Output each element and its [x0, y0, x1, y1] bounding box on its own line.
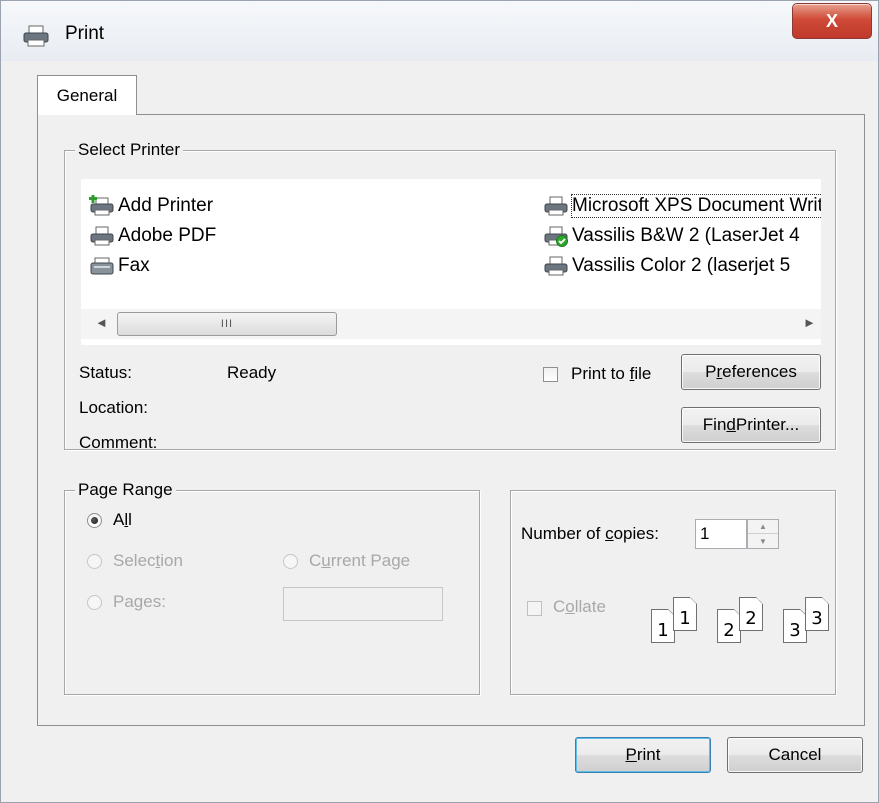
- title-bar[interactable]: Print X: [1, 1, 878, 61]
- page-range-legend: Page Range: [75, 479, 176, 501]
- add-printer-icon: [89, 195, 114, 216]
- label-text: llate: [574, 597, 606, 616]
- collate-checkbox[interactable]: [527, 601, 542, 616]
- label-text: A: [113, 510, 125, 529]
- default-printer-icon: [544, 226, 568, 247]
- mnemonic: c: [605, 524, 614, 543]
- label-text: C: [553, 597, 566, 616]
- spin-up-icon[interactable]: ▲: [748, 520, 778, 534]
- pages-radio[interactable]: [87, 595, 102, 610]
- copies-input[interactable]: 1: [695, 519, 747, 549]
- label-text: Fin: [702, 415, 727, 434]
- mnemonic: g: [133, 592, 144, 611]
- printer-icon: [544, 196, 568, 216]
- page-range-group: Page Range All Selection Current Page Pa…: [64, 479, 480, 695]
- location-label: Location:: [79, 398, 148, 417]
- printer-name: Vassilis Color 2 (laserjet 5: [572, 255, 791, 276]
- label-text: Selec: [113, 551, 156, 570]
- print-button[interactable]: Print: [575, 737, 711, 773]
- print-to-file-checkbox[interactable]: [543, 367, 558, 382]
- label-text: Print to: [571, 364, 630, 383]
- collate-label[interactable]: Collate: [553, 597, 606, 617]
- printer-item-adobe-pdf[interactable]: Adobe PDF: [89, 221, 216, 251]
- mnemonic: u: [321, 551, 331, 570]
- label-text: Cancel: [768, 745, 822, 764]
- pages-input[interactable]: [283, 587, 443, 621]
- label-text: rrent Page: [330, 551, 411, 570]
- printer-item-microsoft-xps[interactable]: Microsoft XPS Document Writer: [543, 191, 821, 221]
- printer-item-fax[interactable]: Fax: [89, 251, 150, 281]
- tab-general[interactable]: General: [37, 75, 137, 115]
- number-of-copies-label: Number of copies:: [521, 524, 659, 544]
- printer-name: Microsoft XPS Document Writer: [571, 194, 821, 218]
- mnemonic: P: [625, 745, 637, 764]
- all-radio-label[interactable]: All: [113, 510, 132, 530]
- scroll-right-icon[interactable]: ►: [803, 315, 816, 330]
- collate-page-icon: 2: [739, 597, 763, 631]
- label-text: l: [128, 510, 132, 529]
- printer-item-vassilis-color[interactable]: Vassilis Color 2 (laserjet 5: [543, 251, 821, 281]
- collate-page-icon: 3: [783, 609, 807, 643]
- copies-spinner[interactable]: ▲ ▼: [747, 519, 779, 549]
- selection-radio[interactable]: [87, 554, 102, 569]
- status-label: Status:: [79, 363, 132, 382]
- collate-page-icon: 1: [651, 609, 675, 643]
- printer-item-add-printer[interactable]: Add Printer: [89, 191, 213, 221]
- scrollbar-thumb[interactable]: III: [117, 312, 337, 336]
- print-to-file-label[interactable]: Print to file: [571, 364, 651, 384]
- select-printer-legend: Select Printer: [75, 139, 184, 161]
- find-printer-button[interactable]: Fin d Printer...: [681, 407, 821, 443]
- label-text: ile: [634, 364, 652, 383]
- printer-name: Adobe PDF: [118, 225, 217, 246]
- label-text: P: [705, 362, 717, 381]
- current-page-radio[interactable]: [283, 554, 298, 569]
- printer-list[interactable]: Add Printer Adobe PDF Fax Microsoft XPS …: [81, 179, 821, 345]
- printer-icon: [544, 256, 568, 276]
- collate-page-icon: 1: [673, 597, 697, 631]
- all-radio[interactable]: [87, 513, 102, 528]
- tab-label: General: [56, 85, 118, 105]
- spin-down-icon[interactable]: ▼: [748, 534, 778, 548]
- printer-name: Vassilis B&W 2 (LaserJet 4: [572, 225, 800, 246]
- label-text: Number of: [521, 524, 606, 543]
- select-printer-group: Select Printer Add Printer Adobe PDF Fax…: [64, 139, 836, 452]
- copies-group: Number of copies: 1 ▲ ▼ Collate 1 1 2 2 …: [510, 490, 836, 695]
- label-text: opies:: [613, 524, 659, 543]
- mnemonic: o: [565, 597, 575, 616]
- label-text: Pa: [113, 592, 134, 611]
- window-title: Print: [65, 23, 105, 44]
- collate-illustration: 1 1 2 2 3 3: [637, 589, 833, 659]
- print-dialog: Print X General Select Printer Add Print…: [0, 0, 879, 803]
- selection-radio-label[interactable]: Selection: [113, 551, 183, 571]
- collate-page-icon: 2: [717, 609, 741, 643]
- preferences-button[interactable]: Pr eferences: [681, 354, 821, 390]
- label-text: C: [309, 551, 322, 570]
- collate-page-icon: 3: [805, 597, 829, 631]
- label-text: ion: [160, 551, 183, 570]
- scroll-left-icon[interactable]: ◄: [95, 315, 108, 330]
- printer-name: Add Printer: [118, 195, 214, 216]
- dialog-body: General Select Printer Add Printer Adobe…: [1, 61, 878, 802]
- close-icon: X: [825, 10, 838, 31]
- comment-label: Comment:: [79, 433, 158, 452]
- mnemonic: d: [726, 415, 736, 434]
- label-text: eferences: [722, 362, 797, 381]
- printer-list-horizontal-scrollbar[interactable]: ◄ III ►: [81, 309, 821, 339]
- close-button[interactable]: X: [792, 3, 872, 39]
- scrollbar-grip-icon: III: [220, 318, 234, 330]
- cancel-button[interactable]: Cancel: [727, 737, 863, 773]
- label-text: rint: [636, 745, 661, 764]
- status-value: Ready: [227, 363, 277, 382]
- label-text: Printer...: [735, 415, 800, 434]
- pages-radio-label[interactable]: Pages:: [113, 592, 166, 612]
- printer-name: Fax: [118, 255, 150, 276]
- printer-icon: [90, 226, 114, 246]
- label-text: es:: [143, 592, 166, 611]
- printer-item-vassilis-bw[interactable]: Vassilis B&W 2 (LaserJet 4: [543, 221, 821, 251]
- current-page-radio-label[interactable]: Current Page: [309, 551, 410, 571]
- general-tab-panel: Select Printer Add Printer Adobe PDF Fax…: [37, 114, 865, 726]
- printer-icon: [23, 25, 49, 47]
- fax-icon: [90, 257, 114, 275]
